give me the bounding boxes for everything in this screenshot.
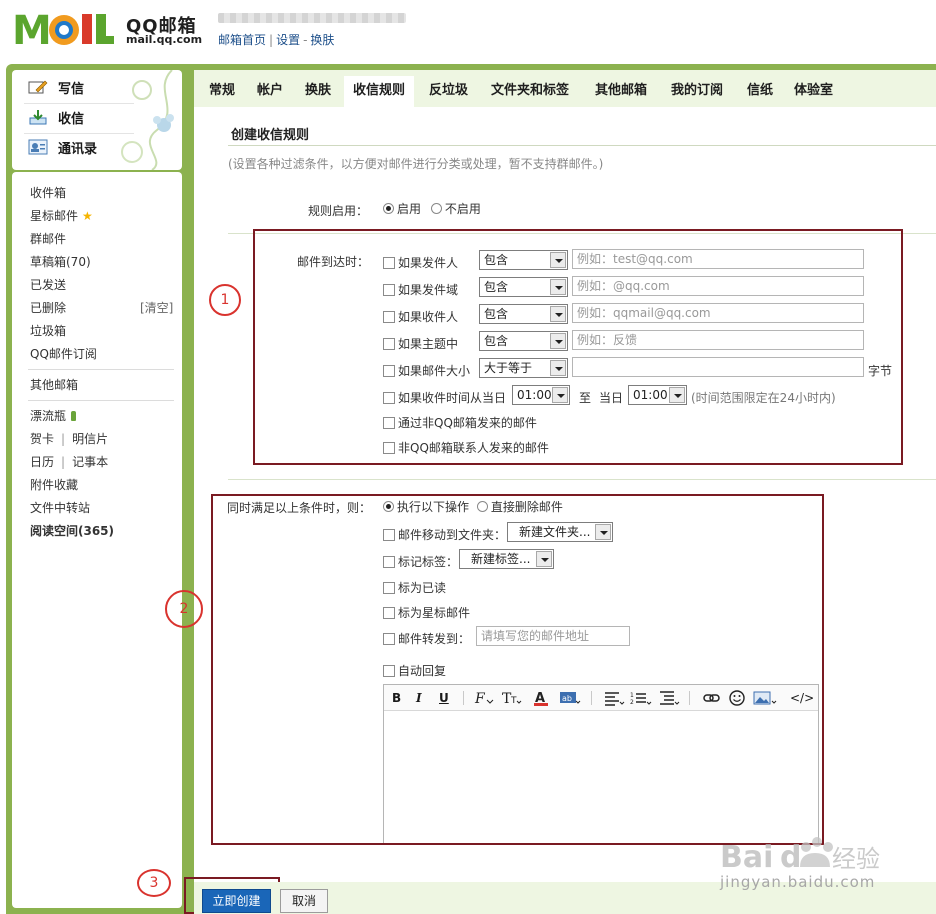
disable-radio[interactable]: 不启用 — [430, 202, 481, 216]
divider — [28, 400, 174, 401]
tab-other-mail[interactable]: 其他邮箱 — [595, 76, 647, 106]
floral-decoration-icon — [121, 70, 174, 170]
sidebar-item-attachments[interactable]: 附件收藏 — [30, 476, 78, 493]
tab-anti-spam[interactable]: 反垃圾 — [429, 76, 468, 106]
clear-trash-link[interactable]: [清空] — [140, 299, 173, 316]
bottle-icon — [71, 411, 77, 421]
annotation-circle-1: 1 — [209, 284, 241, 316]
svg-text:d: d — [780, 840, 801, 875]
svg-text:M: M — [12, 8, 52, 50]
link-mail-home[interactable]: 邮箱首页 — [218, 33, 266, 47]
page-title: 创建收信规则 — [231, 128, 310, 143]
sidebar-item-calendar[interactable]: 日历 — [30, 455, 54, 469]
rule-enable-label: 规则启用： — [307, 204, 368, 218]
sidebar-item-sent[interactable]: 已发送 — [30, 276, 66, 293]
sidebar-item-group[interactable]: 群邮件 — [30, 230, 66, 247]
qq-mail-logo[interactable]: M — [12, 8, 124, 50]
link-skin[interactable]: 换肤 — [310, 33, 334, 47]
annotation-circle-2: 2 — [165, 590, 203, 628]
sidebar-item-reading-space[interactable]: 阅读空间(365) — [30, 522, 114, 539]
tab-lab[interactable]: 体验室 — [794, 76, 833, 106]
svg-text:经验: 经验 — [832, 845, 880, 873]
tab-general[interactable]: 常规 — [209, 76, 235, 106]
tab-stationery[interactable]: 信纸 — [747, 76, 773, 106]
sidebar-item-label: 漂流瓶 — [30, 409, 67, 423]
sidebar-item-postcard[interactable]: 明信片 — [72, 432, 108, 446]
sidebar-item-label: 星标邮件 — [30, 209, 79, 223]
sidebar-item-subscriptions[interactable]: QQ邮件订阅 — [30, 345, 97, 362]
enable-radio-label: 启用 — [397, 202, 422, 216]
annotation-box-conditions — [253, 229, 903, 465]
sidebar-item-file-transfer[interactable]: 文件中转站 — [30, 499, 90, 516]
annotation-box-actions — [211, 494, 824, 845]
contacts-action[interactable]: 通讯录 — [28, 134, 97, 160]
sidebar-item-spam[interactable]: 垃圾箱 — [30, 322, 66, 339]
enable-radio[interactable]: 启用 — [383, 202, 421, 216]
header: M QQ邮箱 mail.qq.com 邮箱首页 | 设置 - 换肤 — [0, 0, 936, 62]
contacts-icon — [28, 139, 48, 155]
annotation-circle-3: 3 — [137, 869, 171, 897]
contacts-label: 通讯录 — [58, 141, 98, 157]
link-settings[interactable]: 设置 — [276, 33, 300, 47]
top-links: 邮箱首页 | 设置 - 换肤 — [218, 33, 335, 47]
sidebar-item-inbox[interactable]: 收件箱 — [30, 184, 66, 201]
divider — [228, 479, 936, 480]
sidebar-folder-list: 收件箱 星标邮件 ★ 群邮件 草稿箱(70) 已发送 已删除 [清空] 垃圾箱 Q… — [12, 172, 182, 908]
sidebar-item-notes[interactable]: 记事本 — [72, 455, 108, 469]
user-account-blurred — [218, 13, 406, 23]
inbox-label: 收信 — [58, 111, 85, 127]
create-rule-button[interactable]: 立即创建 — [202, 889, 271, 913]
sidebar-item-cards-row: 贺卡 | 明信片 — [30, 432, 109, 446]
tab-subscriptions[interactable]: 我的订阅 — [671, 76, 723, 106]
compose-icon — [28, 80, 48, 94]
watermark-domain: jingyan.baidu.com — [720, 873, 876, 891]
compose-action[interactable]: 写信 — [28, 74, 84, 100]
inbox-action[interactable]: 收信 — [28, 104, 84, 130]
sidebar-item-starred[interactable]: 星标邮件 ★ — [30, 207, 93, 224]
sidebar-item-drift-bottle[interactable]: 漂流瓶 — [30, 407, 77, 424]
radio-icon — [383, 203, 394, 214]
divider — [28, 369, 174, 370]
inbox-download-icon — [29, 110, 47, 125]
settings-tabs: 常规 帐户 换肤 收信规则 反垃圾 文件夹和标签 其他邮箱 我的订阅 信纸 体验… — [194, 76, 936, 108]
sidebar-quick-actions: 写信 收信 通讯录 — [12, 70, 182, 170]
tab-skin[interactable]: 换肤 — [305, 76, 331, 106]
rule-enable-group: 启用 不启用 — [383, 200, 481, 217]
tab-account[interactable]: 帐户 — [257, 76, 283, 106]
brand-domain: mail.qq.com — [126, 33, 203, 46]
sidebar-item-greeting-card[interactable]: 贺卡 — [30, 432, 54, 446]
tab-mail-rules[interactable]: 收信规则 — [344, 76, 415, 108]
disable-radio-label: 不启用 — [444, 202, 481, 216]
tab-folders-tags[interactable]: 文件夹和标签 — [491, 76, 569, 106]
sidebar-item-calendar-row: 日历 | 记事本 — [30, 455, 109, 469]
star-icon: ★ — [82, 209, 93, 223]
svg-text:Bai: Bai — [720, 840, 773, 875]
sidebar-item-deleted[interactable]: 已删除 — [30, 299, 66, 316]
cancel-button[interactable]: 取消 — [280, 889, 328, 913]
sidebar-item-drafts[interactable]: 草稿箱(70) — [30, 253, 91, 270]
panel-hint: (设置各种过滤条件，以方便对邮件进行分类或处理，暂不支持群邮件。) — [228, 157, 604, 171]
radio-icon — [430, 203, 442, 214]
divider — [228, 145, 936, 146]
compose-label: 写信 — [58, 81, 85, 97]
sidebar-item-other-mail[interactable]: 其他邮箱 — [30, 376, 78, 393]
